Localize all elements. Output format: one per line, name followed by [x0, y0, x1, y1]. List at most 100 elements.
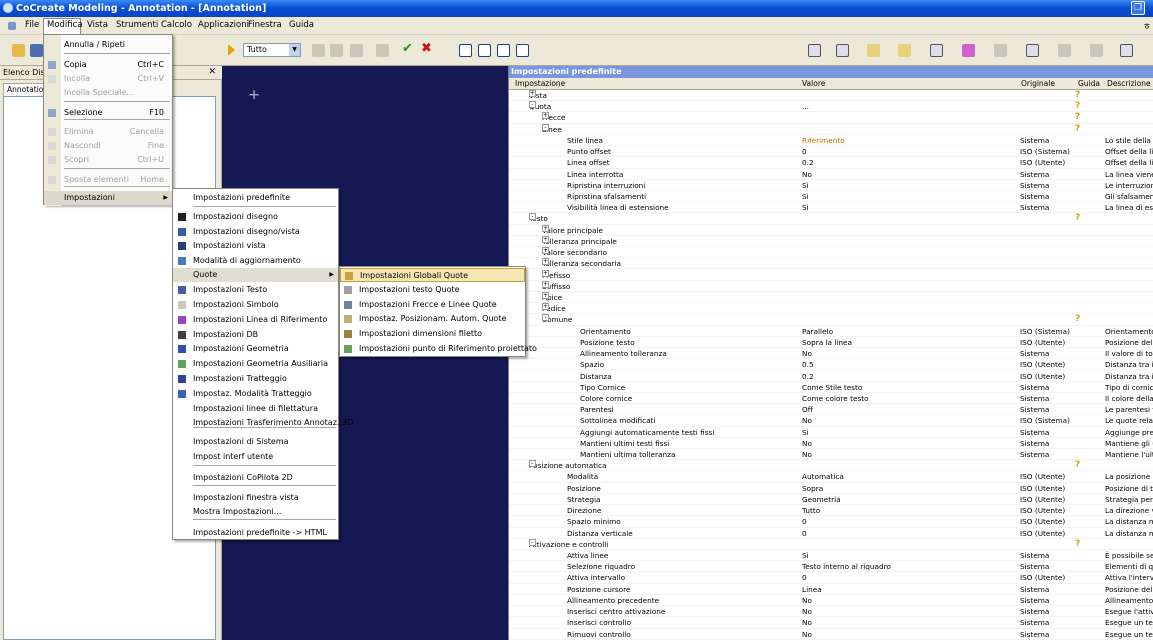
save-icon[interactable] [30, 44, 43, 57]
expand-icon[interactable]: + [542, 291, 549, 299]
help-icon[interactable]: ? [1075, 539, 1084, 550]
quote-menu-item[interactable]: Impostazioni Globali Quote [340, 268, 525, 282]
settings-row[interactable]: Spazio 0.5 ISO (Utente) Distanza tra il [509, 359, 1153, 371]
settings-row[interactable]: Spazio minimo 0 ISO (Utente) La distanza mi [509, 516, 1153, 528]
collapse-icon[interactable]: - [529, 213, 536, 221]
settings-row[interactable]: + Tolleranza principale [509, 235, 1153, 248]
settings-row[interactable]: Parentesi Off Sistema Le parentesi v [509, 404, 1153, 416]
settings-row[interactable]: Ripristina sfalsamenti Sì Sistema Gli sfals… [509, 191, 1153, 203]
settings-row[interactable]: Strategia Geometria ISO (Utente) Strategia … [509, 494, 1153, 506]
edit-menu-item[interactable]: Selezione F10 [44, 106, 172, 120]
settings-row[interactable]: Orientamento Parallelo ISO (Sistema) Orient… [509, 326, 1153, 337]
settings-row[interactable]: Visibilità linea di estensione Sì Sistema L… [509, 202, 1153, 214]
edit-menu-item[interactable]: Incolla Ctrl+V [44, 72, 172, 86]
settings-menu-item[interactable]: Impostazioni Simbolo [173, 298, 338, 312]
expand-icon[interactable]: + [542, 258, 549, 266]
help-icon[interactable]: ? [1075, 314, 1084, 325]
settings-row[interactable]: + Pedice [509, 303, 1153, 315]
edit-menu-item[interactable]: Impostazioni ▶ [44, 191, 172, 205]
settings-row[interactable]: - Posizione automatica? [509, 460, 1153, 472]
settings-row[interactable]: + Tolleranza secondaria [509, 258, 1153, 270]
settings-row[interactable]: Distanza verticale 0 ISO (Utente) La distan… [509, 528, 1153, 539]
help-icon[interactable]: ? [1075, 101, 1084, 112]
settings-row[interactable]: Punto offset 0 ISO (Sistema) Offset della l… [509, 146, 1153, 158]
settings-menu-item[interactable]: Impostazioni disegno [173, 210, 338, 224]
view-icon-2[interactable] [330, 44, 343, 57]
system-menu-icon[interactable] [8, 22, 16, 30]
settings-menu-item[interactable]: Mostra Impostazioni... [173, 505, 338, 519]
settings-row[interactable]: - Comune? [509, 314, 1153, 326]
view-icon-4[interactable] [376, 44, 389, 57]
settings-menu-item[interactable]: Impostazioni Geometria Ausiliaria [173, 357, 338, 371]
settings-row[interactable]: Distanza 0.2 ISO (Utente) Distanza tra il [509, 371, 1153, 382]
cancel-icon[interactable]: ✖ [421, 41, 434, 56]
settings-row[interactable]: Mantieni ultima tolleranza No Sistema Manti… [509, 449, 1153, 461]
collapse-icon[interactable]: - [529, 460, 536, 468]
settings-menu-item[interactable]: Impostazioni finestra vista [173, 491, 338, 505]
zoom-window-icon[interactable] [459, 44, 472, 57]
help-icon[interactable]: ? [1075, 124, 1084, 135]
edit-menu-item[interactable]: Incolla Speciale... [44, 86, 172, 100]
settings-row[interactable]: - Testo? [509, 213, 1153, 225]
filter-select[interactable]: Tutto ▼ [243, 43, 301, 57]
settings-row[interactable]: Selezione riquadro Testo interno al riqua… [509, 561, 1153, 573]
quote-menu-item[interactable]: Impostaz. Posizionam. Autom. Quote [340, 312, 525, 326]
settings-row[interactable]: Rimuovi controllo No Sistema Esegue un tes [509, 629, 1153, 640]
previous-view-icon[interactable] [516, 44, 529, 57]
settings-menu-item[interactable]: Impostazioni CoPilota 2D [173, 471, 338, 485]
settings-menu-item[interactable]: Impostazioni Tratteggio [173, 372, 338, 386]
settings-row[interactable]: - Attivazione e controlli? [509, 538, 1153, 550]
column-header-help[interactable]: Guida [1078, 79, 1100, 88]
settings-row[interactable]: + Suffisso [509, 280, 1153, 292]
collapse-icon[interactable]: - [529, 101, 536, 109]
settings-row[interactable]: Linea offset 0.2 ISO (Utente) Offset della … [509, 157, 1153, 169]
settings-row[interactable]: Allineamento tolleranza No Sistema Il valor… [509, 348, 1153, 360]
view-icon-1[interactable] [312, 44, 325, 57]
color-icon[interactable] [962, 44, 975, 57]
zoom-extents-icon[interactable] [497, 44, 510, 57]
settings-menu-item[interactable]: Impost interf utente [173, 450, 338, 464]
help-icon[interactable]: ? [1075, 213, 1084, 224]
edit-menu-item[interactable]: Copia Ctrl+C [44, 58, 172, 72]
edit-menu-item[interactable]: Elimina Cancella [44, 125, 172, 139]
help-icon[interactable]: ? [1075, 112, 1084, 123]
settings-menu-item[interactable]: Modalità di aggiornamento [173, 254, 338, 268]
settings-menu-item[interactable]: Impostazioni predefinite -> HTML [173, 526, 338, 540]
settings-row[interactable]: Attiva intervallo 0 ISO (Utente) Attiva l'i… [509, 572, 1153, 584]
settings-icon[interactable] [1120, 44, 1133, 57]
settings-row[interactable]: - Quota...? [509, 101, 1153, 113]
menu-vista[interactable]: Vista [87, 20, 108, 30]
menu-applicazioni[interactable]: Applicazioni [198, 20, 249, 30]
settings-row[interactable]: + Frecce? [509, 112, 1153, 124]
settings-row[interactable]: Inserisci centro attivazione No Sistema Ese… [509, 606, 1153, 618]
collapse-icon[interactable]: - [542, 314, 549, 322]
quote-menu-item[interactable]: Impostazioni dimensioni filetto [340, 327, 525, 341]
settings-menu-item[interactable]: Impostazioni Trasferimento Annotaz. 3D [173, 416, 353, 430]
collapse-icon[interactable]: - [529, 538, 536, 546]
edit-menu-item[interactable]: Annulla / Ripeti [44, 38, 172, 52]
settings-row[interactable]: Allineamento precedente No Sistema Allineam… [509, 595, 1153, 607]
settings-row[interactable]: Posizione cursore Linea Sistema Posizione d… [509, 584, 1153, 595]
view-icon-3[interactable] [350, 44, 363, 57]
layout-icon-2[interactable] [836, 44, 849, 57]
layout-icon-3[interactable] [867, 44, 880, 57]
settings-row[interactable]: Aggiungi automaticamente testi fissi Sì Si… [509, 427, 1153, 438]
quote-menu-item[interactable]: Impostazioni punto di Riferimento proiet… [340, 342, 537, 356]
settings-row[interactable]: Modalità Automatica ISO (Utente) La posizio… [509, 471, 1153, 483]
settings-row[interactable]: Ripristina interruzioni Sì Sistema Le inter… [509, 180, 1153, 191]
settings-menu-item[interactable]: Impostaz. Modalità Tratteggio [173, 387, 338, 401]
column-header-description[interactable]: Descrizione [1107, 79, 1151, 88]
help-icon[interactable]: ? [1075, 90, 1084, 101]
settings-row[interactable]: Tipo Cornice Come Stile testo Sistema Tipo … [509, 382, 1153, 393]
expand-icon[interactable]: + [542, 235, 549, 243]
expand-icon[interactable]: + [542, 247, 549, 255]
close-icon[interactable]: ✕ [208, 66, 216, 79]
hatch-icon[interactable] [994, 44, 1007, 57]
column-header-original[interactable]: Originale [1021, 79, 1055, 88]
settings-menu-item[interactable]: Quote ▶ [173, 268, 338, 282]
menu-calcolo[interactable]: Calcolo [161, 20, 192, 30]
edit-menu-item[interactable]: Sposta elementi Home [44, 173, 172, 187]
expand-icon[interactable]: + [542, 112, 549, 120]
settings-row[interactable]: Inserisci controllo No Sistema Esegue un te… [509, 617, 1153, 629]
settings-menu-item[interactable]: Impostazioni Geometria [173, 342, 338, 356]
